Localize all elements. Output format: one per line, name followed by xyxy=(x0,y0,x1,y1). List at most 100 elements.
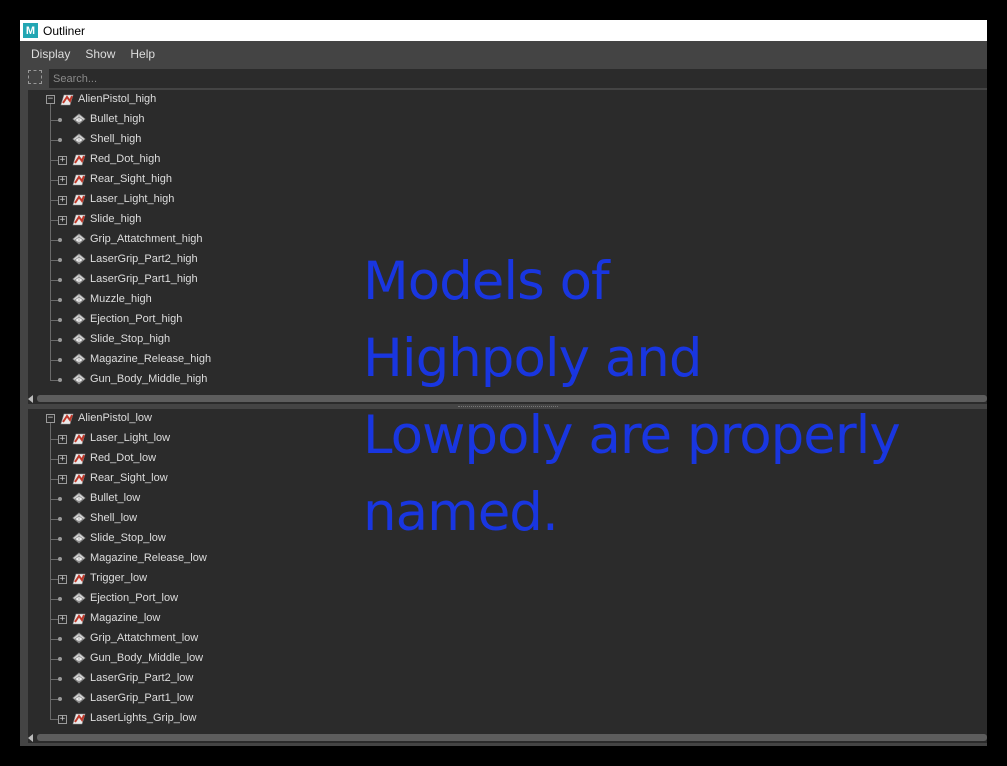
caption-line: Highpoly and xyxy=(363,328,703,389)
leaf-dot-icon xyxy=(58,278,62,282)
expand-icon[interactable]: + xyxy=(58,196,67,205)
outliner-item-label: Bullet_high xyxy=(90,113,145,125)
search-input[interactable] xyxy=(49,69,987,88)
outliner-item[interactable]: + Magazine_low xyxy=(28,609,987,629)
outliner-item-label: Trigger_low xyxy=(90,572,148,584)
tree-vertical-connector xyxy=(50,423,51,719)
mesh-icon xyxy=(72,133,86,145)
mesh-icon xyxy=(72,253,86,265)
menu-show[interactable]: Show xyxy=(74,47,115,61)
expand-icon[interactable]: + xyxy=(58,615,67,624)
outliner-item-label: LaserGrip_Part2_high xyxy=(90,253,198,265)
group-transform-icon xyxy=(72,214,86,226)
menu-bar: Display Show Help xyxy=(20,41,987,67)
scrollbar-thumb[interactable] xyxy=(37,734,987,741)
leaf-dot-icon xyxy=(58,537,62,541)
outliner-item-label: Shell_low xyxy=(90,512,138,524)
expand-icon[interactable]: + xyxy=(58,435,67,444)
outliner-item[interactable]: + Slide_high xyxy=(28,210,987,230)
outliner-item[interactable]: Bullet_high xyxy=(28,110,987,130)
outliner-item[interactable]: + Rear_Sight_high xyxy=(28,170,987,190)
mesh-icon xyxy=(72,233,86,245)
outliner-item-label: Muzzle_high xyxy=(90,293,152,305)
outliner-item-label: Red_Dot_low xyxy=(90,452,157,464)
outliner-item[interactable]: Grip_Attatchment_low xyxy=(28,629,987,649)
horizontal-scrollbar-low[interactable] xyxy=(28,732,987,743)
menu-display[interactable]: Display xyxy=(20,47,70,61)
outliner-item-label: Magazine_Release_high xyxy=(90,353,212,365)
scroll-left-arrow-icon[interactable] xyxy=(28,395,33,403)
outliner-item-label: Laser_Light_low xyxy=(90,432,171,444)
outliner-item-label: Magazine_Release_low xyxy=(90,552,207,564)
expand-icon[interactable]: + xyxy=(58,475,67,484)
caption-line: named. xyxy=(363,482,559,543)
outliner-item-label: Slide_Stop_low xyxy=(90,532,166,544)
leaf-dot-icon xyxy=(58,338,62,342)
leaf-dot-icon xyxy=(58,497,62,501)
filter-toggle-icon[interactable] xyxy=(28,70,42,84)
menu-help[interactable]: Help xyxy=(119,47,155,61)
expand-icon[interactable]: + xyxy=(58,216,67,225)
group-transform-icon xyxy=(72,473,86,485)
mesh-icon xyxy=(72,313,86,325)
outliner-item-label: Bullet_low xyxy=(90,492,141,504)
group-transform-icon xyxy=(72,194,86,206)
tree-vertical-connector xyxy=(50,104,51,380)
outliner-item-label: Rear_Sight_high xyxy=(90,173,172,185)
annotation-caption: Models of Highpoly and Lowpoly are prope… xyxy=(363,243,963,551)
mesh-icon xyxy=(72,293,86,305)
title-bar: M Outliner xyxy=(20,20,987,41)
leaf-dot-icon xyxy=(58,677,62,681)
expand-icon[interactable]: + xyxy=(58,715,67,724)
outliner-item-label: Gun_Body_Middle_high xyxy=(90,373,208,385)
outliner-root-item[interactable]: − AlienPistol_high xyxy=(28,90,987,110)
leaf-dot-icon xyxy=(58,597,62,601)
outliner-item[interactable]: Ejection_Port_low xyxy=(28,589,987,609)
mesh-icon xyxy=(72,652,86,664)
outliner-item[interactable]: + LaserLights_Grip_low xyxy=(28,709,987,729)
outliner-item-label: AlienPistol_low xyxy=(78,412,152,424)
scroll-left-arrow-icon[interactable] xyxy=(28,734,33,742)
leaf-dot-icon xyxy=(58,138,62,142)
outliner-item-label: Gun_Body_Middle_low xyxy=(90,652,204,664)
search-bar xyxy=(20,67,987,90)
outliner-item-label: LaserGrip_Part2_low xyxy=(90,672,194,684)
expand-icon[interactable]: + xyxy=(58,575,67,584)
outliner-item[interactable]: Magazine_Release_low xyxy=(28,549,987,569)
window-title: Outliner xyxy=(43,23,86,38)
outliner-item[interactable]: + Laser_Light_high xyxy=(28,190,987,210)
outliner-item-label: Slide_high xyxy=(90,213,142,225)
leaf-dot-icon xyxy=(58,517,62,521)
group-transform-icon xyxy=(72,573,86,585)
outliner-item[interactable]: + Trigger_low xyxy=(28,569,987,589)
mesh-icon xyxy=(72,632,86,644)
expand-icon[interactable]: + xyxy=(58,455,67,464)
outliner-item[interactable]: LaserGrip_Part2_low xyxy=(28,669,987,689)
outliner-item-label: LaserGrip_Part1_low xyxy=(90,692,194,704)
collapse-icon[interactable]: − xyxy=(46,95,55,104)
group-transform-icon xyxy=(72,453,86,465)
expand-icon[interactable]: + xyxy=(58,176,67,185)
outliner-item-label: Shell_high xyxy=(90,133,142,145)
outliner-item-label: Magazine_low xyxy=(90,612,161,624)
mesh-icon xyxy=(72,592,86,604)
leaf-dot-icon xyxy=(58,258,62,262)
expand-icon[interactable]: + xyxy=(58,156,67,165)
group-transform-icon xyxy=(72,433,86,445)
collapse-icon[interactable]: − xyxy=(46,414,55,423)
leaf-dot-icon xyxy=(58,697,62,701)
outliner-item[interactable]: + Red_Dot_high xyxy=(28,150,987,170)
outliner-item[interactable]: Shell_high xyxy=(28,130,987,150)
outliner-item[interactable]: LaserGrip_Part1_low xyxy=(28,689,987,709)
outliner-item-label: Laser_Light_high xyxy=(90,193,175,205)
maya-logo-icon: M xyxy=(23,23,38,38)
outliner-item[interactable]: Gun_Body_Middle_low xyxy=(28,649,987,669)
outliner-item-label: AlienPistol_high xyxy=(78,93,157,105)
outliner-item-label: Rear_Sight_low xyxy=(90,472,168,484)
outliner-item-label: LaserGrip_Part1_high xyxy=(90,273,198,285)
group-transform-icon xyxy=(60,94,74,106)
mesh-icon xyxy=(72,692,86,704)
mesh-icon xyxy=(72,273,86,285)
mesh-icon xyxy=(72,333,86,345)
leaf-dot-icon xyxy=(58,637,62,641)
